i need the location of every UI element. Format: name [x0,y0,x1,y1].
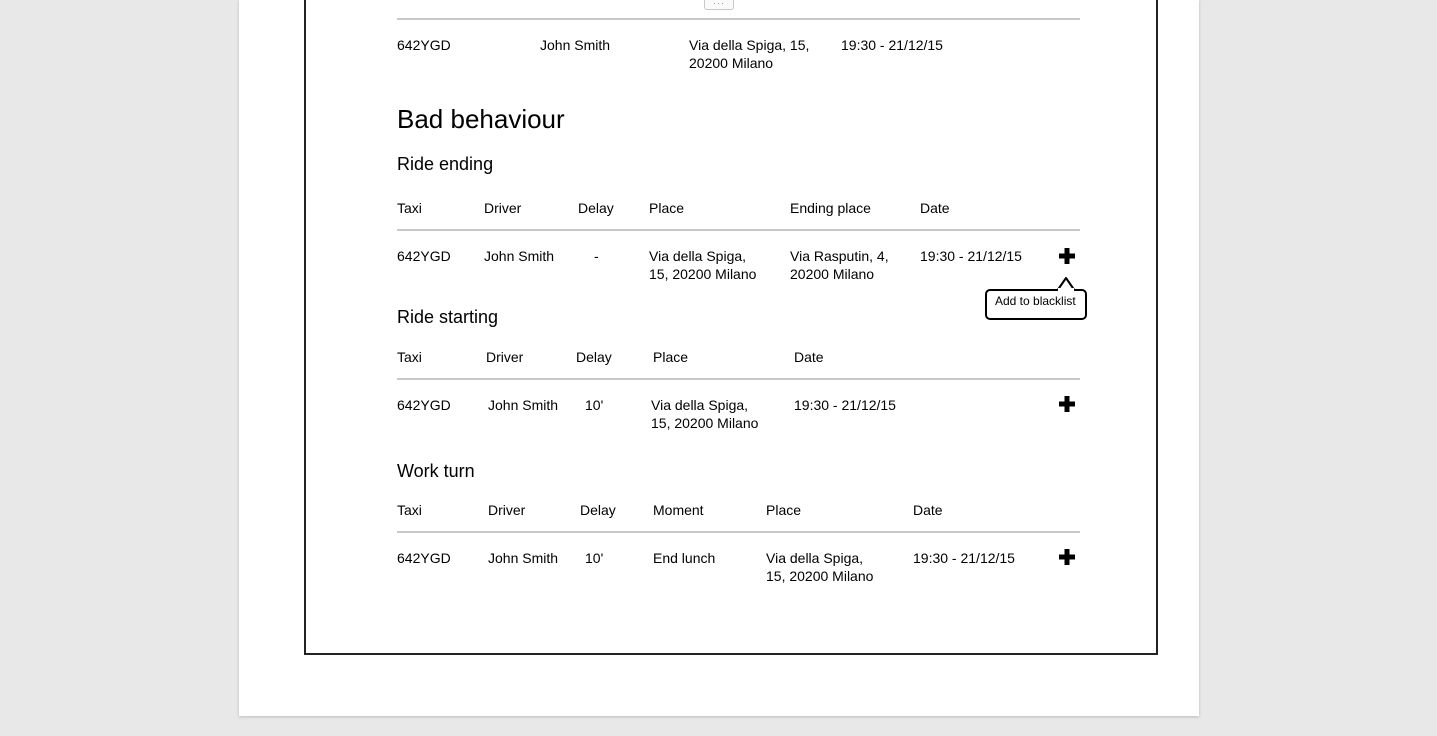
ride-starting-delay: 10' [585,397,604,413]
work-turn-header-delay: Delay [580,502,616,518]
work-turn-driver: John Smith [488,550,559,566]
work-turn-title: Work turn [397,461,475,481]
ride-starting-title: Ride starting [397,307,499,327]
ellipsis-icon[interactable]: ··· [704,0,734,10]
top-row-taxi: 642YGD [397,37,451,53]
top-row-driver: John Smith [540,37,611,53]
ride-starting-date: 19:30 - 21/12/15 [794,397,896,413]
plus-icon [1059,248,1075,264]
table-divider [397,18,1080,20]
add-to-blacklist-button[interactable] [1057,246,1077,266]
ride-ending-delay: - [594,248,599,264]
ride-ending-ending-place: Via Rasputin, 4, 20200 Milano [790,248,889,282]
work-turn-header-taxi: Taxi [397,502,422,518]
ride-ending-header-ending-place: Ending place [790,200,871,216]
work-turn-date: 19:30 - 21/12/15 [913,550,1015,566]
ride-ending-driver: John Smith [484,248,555,264]
plus-icon [1059,396,1075,412]
ride-ending-header-delay: Delay [578,200,614,216]
ride-starting-header-place: Place [653,349,689,365]
work-turn-delay: 10' [585,550,604,566]
table-divider [397,531,1080,533]
ride-starting-taxi: 642YGD [397,397,451,413]
ride-ending-header-place: Place [649,200,685,216]
add-to-blacklist-tooltip: Add to blacklist [985,289,1087,320]
work-turn-header-place: Place [766,502,802,518]
add-to-blacklist-button[interactable] [1057,547,1077,567]
section-title: Bad behaviour [397,104,565,134]
ride-starting-header-delay: Delay [576,349,612,365]
work-turn-header-date: Date [913,502,943,518]
ride-ending-header-driver: Driver [484,200,522,216]
tooltip-text: Add to blacklist [995,294,1076,308]
ride-starting-header-date: Date [794,349,824,365]
work-turn-moment: End lunch [653,550,716,566]
ride-starting-header-taxi: Taxi [397,349,422,365]
ride-ending-place: Via della Spiga, 15, 20200 Milano [649,248,757,282]
table-divider [397,229,1080,231]
top-row-date: 19:30 - 21/12/15 [841,37,943,53]
top-row-place: Via della Spiga, 15, 20200 Milano [689,37,810,71]
add-to-blacklist-button[interactable] [1057,394,1077,414]
ride-starting-place: Via della Spiga, 15, 20200 Milano [651,397,759,431]
ride-ending-date: 19:30 - 21/12/15 [920,248,1022,264]
ride-ending-taxi: 642YGD [397,248,451,264]
ride-starting-header-driver: Driver [486,349,524,365]
work-turn-header-driver: Driver [488,502,526,518]
ride-ending-title: Ride ending [397,154,494,174]
plus-icon [1059,549,1075,565]
work-turn-place: Via della Spiga, 15, 20200 Milano [766,550,874,584]
tooltip-joint [1058,288,1074,292]
ride-starting-driver: John Smith [488,397,559,413]
work-turn-header-moment: Moment [653,502,704,518]
work-turn-taxi: 642YGD [397,550,451,566]
table-divider [397,378,1080,380]
ride-ending-header-taxi: Taxi [397,200,422,216]
ride-ending-header-date: Date [920,200,950,216]
